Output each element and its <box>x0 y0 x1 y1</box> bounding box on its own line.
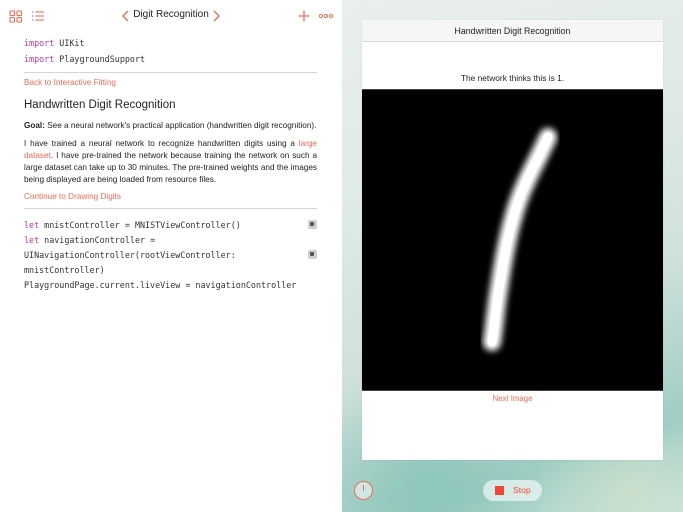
code-line[interactable]: import UIKit <box>24 36 145 52</box>
code-line[interactable]: UINavigationController(rootViewControlle… <box>24 248 324 263</box>
live-view-card: Handwritten Digit Recognition The networ… <box>362 20 663 460</box>
chevron-right-icon[interactable] <box>208 8 224 24</box>
goal-label: Goal: <box>24 121 45 130</box>
code-line[interactable]: mnistController) <box>24 263 324 278</box>
next-image-button[interactable]: Next Image <box>362 394 663 403</box>
code-text: UIKit <box>54 38 85 48</box>
stop-button[interactable]: Stop <box>483 480 542 501</box>
code-text: mnistController) <box>24 265 105 275</box>
continue-link[interactable]: Continue to Drawing Digits <box>24 192 121 201</box>
speedometer-icon[interactable] <box>354 481 373 500</box>
code-text: PlaygroundSupport <box>54 53 146 64</box>
code-editor-pane: Digit Recognition import UIKit import Pl… <box>0 0 342 512</box>
keyword: import <box>24 53 55 64</box>
digit-image <box>362 89 663 391</box>
live-view-code[interactable]: let mnistController = MNISTViewControlle… <box>24 218 324 293</box>
placeholder-token-icon[interactable] <box>308 220 317 229</box>
goal-text: Goal: See a neural network's practical a… <box>24 120 317 132</box>
grid-icon[interactable] <box>8 8 24 24</box>
handwritten-digit-image <box>483 128 557 351</box>
code-text: UINavigationController(rootViewControlle… <box>24 250 236 260</box>
more-icon[interactable] <box>318 8 334 24</box>
placeholder-token-icon[interactable] <box>308 250 317 259</box>
code-line[interactable]: import PlaygroundSupport <box>24 52 145 68</box>
stop-label: Stop <box>513 485 531 495</box>
keyword: let <box>24 220 40 230</box>
toolbar: Digit Recognition <box>0 0 342 32</box>
code-text: mnistController = MNISTViewController() <box>39 220 241 230</box>
keyword: import <box>24 38 55 48</box>
navigation-title: Handwritten Digit Recognition <box>454 26 571 36</box>
page-title: Digit Recognition <box>133 9 209 20</box>
navigation-bar: Handwritten Digit Recognition <box>362 20 663 42</box>
description-paragraph: I have trained a neural network to recog… <box>24 138 317 186</box>
section-heading: Handwritten Digit Recognition <box>24 99 176 111</box>
divider <box>24 72 317 73</box>
list-icon[interactable] <box>30 8 46 24</box>
prediction-label: The network thinks this is 1. <box>460 73 565 83</box>
plus-icon[interactable] <box>296 8 312 24</box>
stop-icon <box>495 486 504 495</box>
paragraph-text: . I have pre-trained the network because… <box>24 151 317 184</box>
code-text: PlaygroundPage.current.liveView = naviga… <box>24 280 297 290</box>
code-line[interactable]: let navigationController = <box>24 233 324 248</box>
code-line[interactable]: let mnistController = MNISTViewControlle… <box>24 218 324 233</box>
divider <box>24 208 317 209</box>
code-text: navigationController = <box>39 235 156 245</box>
goal-description: See a neural network's practical applica… <box>44 121 317 130</box>
back-link[interactable]: Back to Interactive Fitting <box>24 78 116 87</box>
keyword: let <box>24 235 40 245</box>
code-line[interactable]: PlaygroundPage.current.liveView = naviga… <box>24 278 324 293</box>
paragraph-text: I have trained a neural network to recog… <box>24 139 299 148</box>
import-code[interactable]: import UIKit import PlaygroundSupport <box>24 36 145 67</box>
live-view-pane: Handwritten Digit Recognition The networ… <box>342 0 683 512</box>
